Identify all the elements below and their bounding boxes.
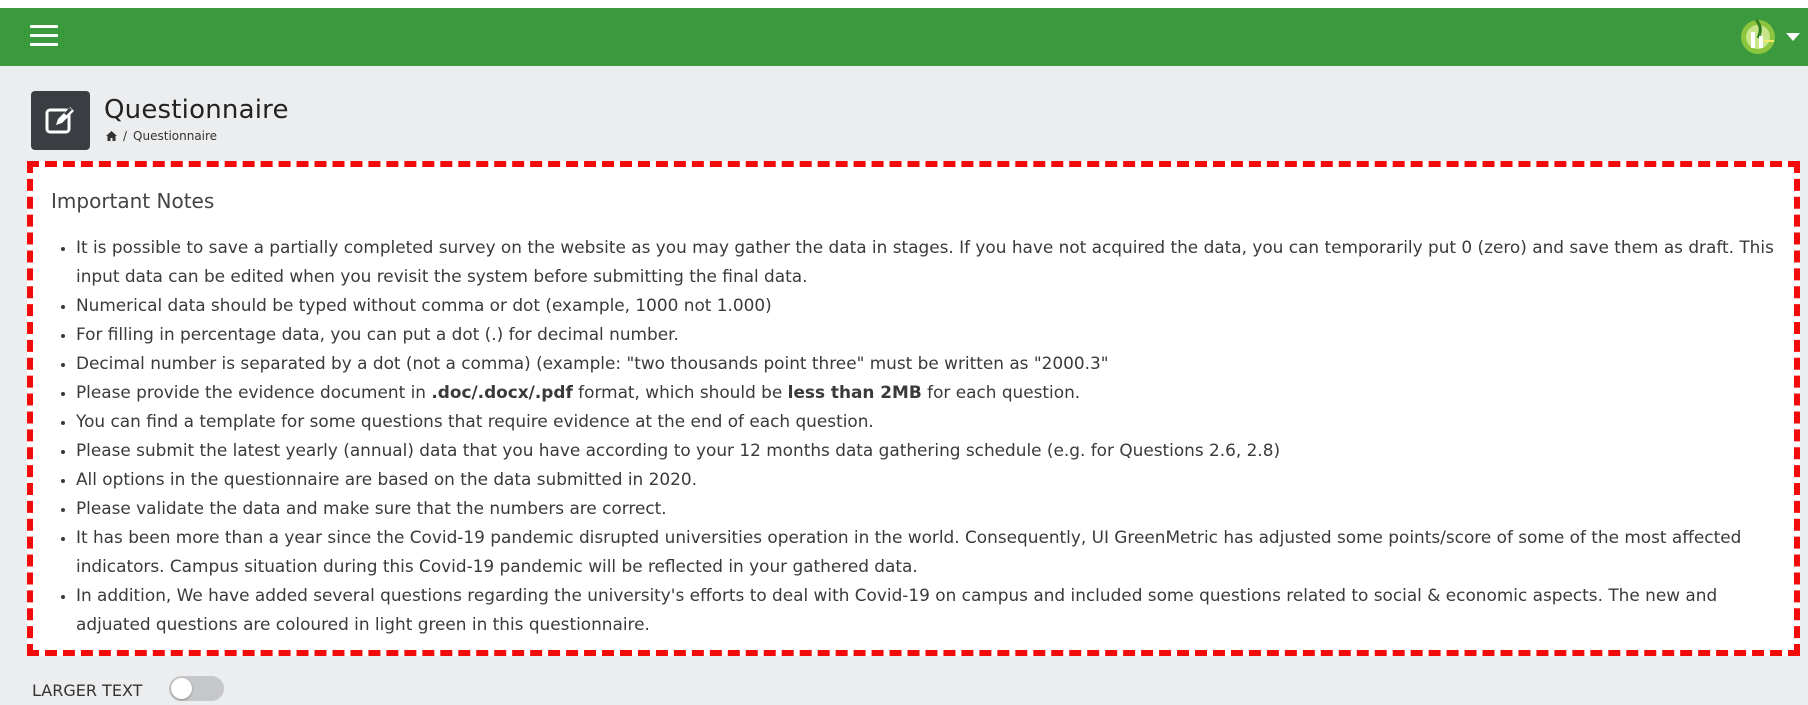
edit-icon <box>45 107 74 134</box>
note-item: It has been more than a year since the C… <box>76 523 1774 581</box>
notes-title: Important Notes <box>51 189 215 213</box>
note-text: Please validate the data and make sure t… <box>76 498 667 518</box>
note-item: Please provide the evidence document in … <box>76 378 1774 407</box>
note-text: Please provide the evidence document in <box>76 382 432 402</box>
larger-text-setting: LARGER TEXT <box>32 676 225 702</box>
university-logo-icon <box>1741 18 1775 54</box>
note-text: Numerical data should be typed without c… <box>76 295 772 315</box>
note-item: In addition, We have added several quest… <box>76 581 1774 639</box>
top-navbar <box>0 0 1808 66</box>
note-text: You can find a template for some questio… <box>76 411 874 431</box>
note-text: Please submit the latest yearly (annual)… <box>76 440 1281 460</box>
note-text: It is possible to save a partially compl… <box>76 237 1774 286</box>
note-item: Please submit the latest yearly (annual)… <box>76 436 1774 465</box>
note-item: Please validate the data and make sure t… <box>76 494 1774 523</box>
user-menu[interactable] <box>1740 16 1800 58</box>
important-notes-panel: Important Notes It is possible to save a… <box>27 161 1800 656</box>
note-item: For filling in percentage data, you can … <box>76 320 1774 349</box>
note-text: for each question. <box>921 382 1081 402</box>
note-text: It has been more than a year since the C… <box>76 527 1742 576</box>
breadcrumb-current: Questionnaire <box>133 129 218 143</box>
hamburger-icon[interactable] <box>30 25 58 47</box>
notes-list: It is possible to save a partially compl… <box>51 233 1774 639</box>
note-item: Decimal number is separated by a dot (no… <box>76 349 1774 378</box>
note-item: All options in the questionnaire are bas… <box>76 465 1774 494</box>
larger-text-label: LARGER TEXT <box>32 681 143 700</box>
note-emphasis: .doc/.docx/.pdf <box>431 382 573 402</box>
note-item: Numerical data should be typed without c… <box>76 291 1774 320</box>
note-text: Decimal number is separated by a dot (no… <box>76 353 1109 373</box>
note-text: All options in the questionnaire are bas… <box>76 469 697 489</box>
larger-text-toggle[interactable] <box>169 676 225 701</box>
page-header: Questionnaire / Questionnaire <box>31 91 931 151</box>
chevron-down-icon <box>1786 33 1800 41</box>
page-icon <box>31 91 90 150</box>
toggle-knob <box>171 678 193 699</box>
note-text: format, which should be <box>572 382 788 402</box>
breadcrumb-separator: / <box>123 129 128 143</box>
note-item: You can find a template for some questio… <box>76 407 1774 436</box>
page-title: Questionnaire <box>104 95 289 125</box>
note-item: It is possible to save a partially compl… <box>76 233 1774 291</box>
note-text: In addition, We have added several quest… <box>76 585 1718 634</box>
note-emphasis: less than 2MB <box>787 382 922 402</box>
home-icon[interactable] <box>106 131 117 141</box>
breadcrumb: / Questionnaire <box>106 129 217 143</box>
note-text: For filling in percentage data, you can … <box>76 324 679 344</box>
